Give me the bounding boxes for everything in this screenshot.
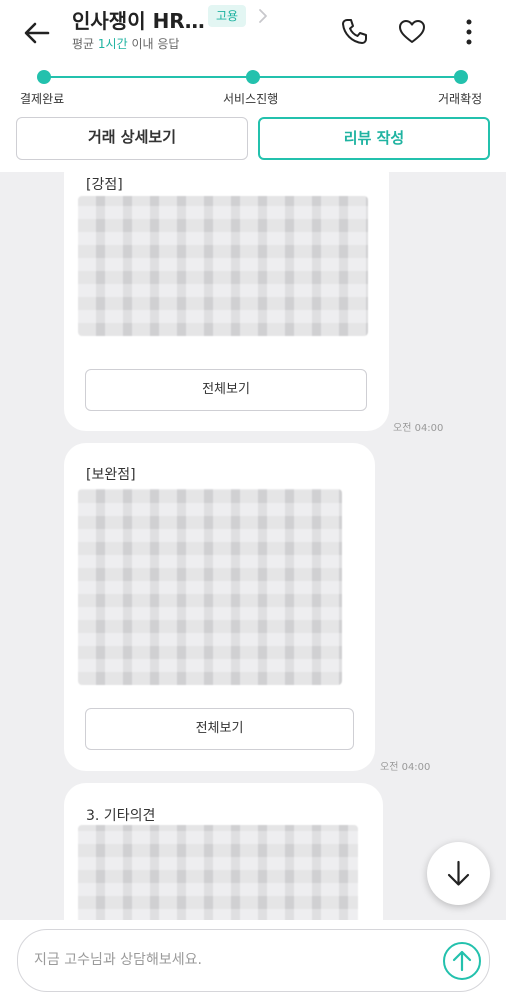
chat-message-3: 3. 기타의견 [64,783,383,920]
step-label-3: 거래확정 [438,92,483,106]
step-dot-2 [246,70,260,84]
chat-message-1: [강점] 전체보기 [64,172,389,431]
page-title[interactable]: 인사쟁이 HR… [72,5,205,34]
chevron-right-icon[interactable] [256,7,270,25]
step-label-1: 결제완료 [20,92,65,106]
chat-header: 인사쟁이 HR… 고용 평균 1시간 이내 응답 결제완료 서비스진행 거래확정 [0,0,506,172]
view-all-button[interactable]: 전체보기 [85,369,367,411]
message-heading: 3. 기타의견 [86,808,156,824]
blurred-content [78,489,342,685]
message-input-container [17,929,490,992]
back-button[interactable] [20,16,54,50]
arrow-up-circle-icon [443,942,481,980]
more-vertical-icon [466,19,472,45]
message-time: 오전 04:00 [393,423,444,434]
phone-icon [342,19,367,44]
message-input[interactable] [34,930,434,990]
send-button[interactable] [442,941,482,981]
response-time-suffix: 이내 응답 [131,37,180,51]
progress-stepper: 결제완료 서비스진행 거래확정 [0,64,506,108]
heart-icon [399,20,425,43]
response-time-value: 1시간 [97,37,128,51]
response-time: 평균 1시간 이내 응답 [72,35,179,52]
step-label-2: 서비스진행 [223,92,279,106]
back-arrow-icon [24,22,50,44]
view-all-button[interactable]: 전체보기 [85,708,354,750]
more-button[interactable] [453,16,485,48]
favorite-button[interactable] [396,16,428,48]
status-badge: 고용 [208,5,247,27]
write-review-button[interactable]: 리뷰 작성 [258,117,490,160]
transaction-detail-button[interactable]: 거래 상세보기 [16,117,248,160]
message-heading: [보완점] [86,467,136,483]
blurred-content [78,196,368,336]
call-button[interactable] [338,16,370,48]
response-time-prefix: 평균 [72,37,95,51]
step-dot-3 [454,70,468,84]
chat-message-2: [보완점] 전체보기 [64,443,375,771]
blurred-content [78,825,358,920]
message-heading: [강점] [86,177,123,193]
step-dot-1 [37,70,51,84]
scroll-down-button[interactable] [427,842,490,905]
message-time: 오전 04:00 [380,762,431,773]
chat-area[interactable]: [강점] 전체보기 오전 04:00 [보완점] 전체보기 오전 04:00 3… [0,172,506,920]
arrow-down-icon [447,860,470,886]
message-input-bar [0,920,506,1000]
